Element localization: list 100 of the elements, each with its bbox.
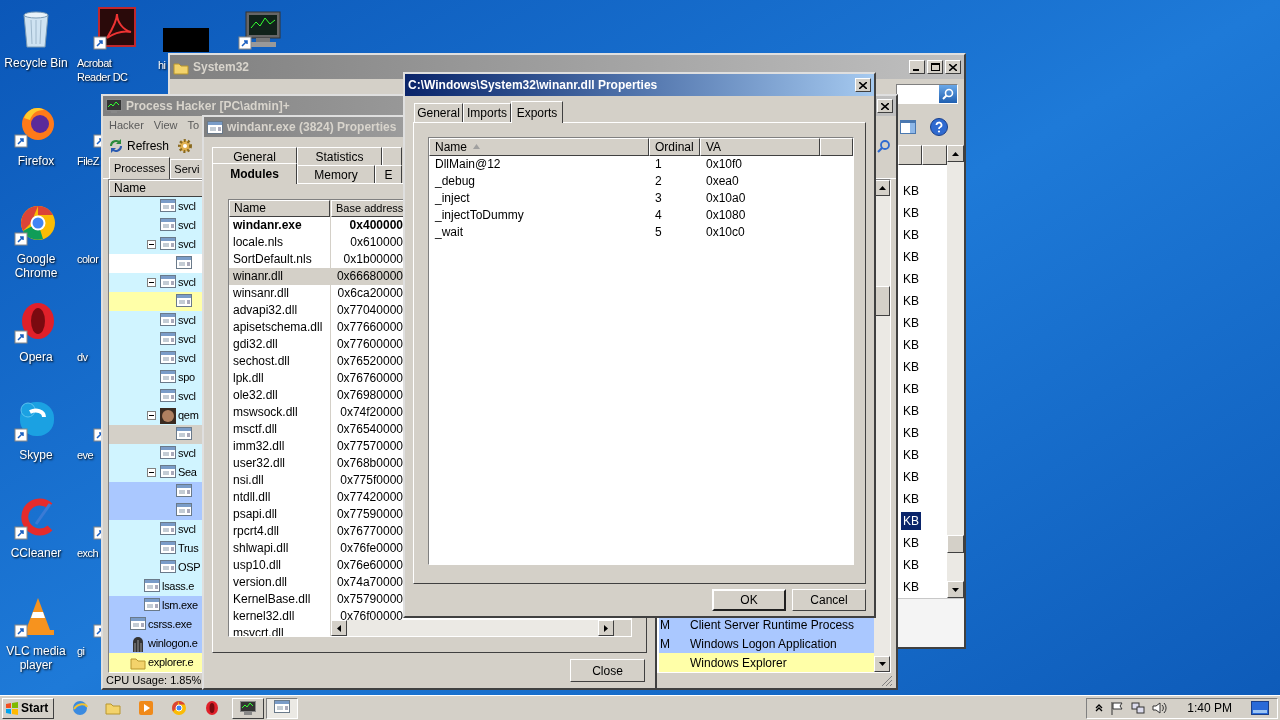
- module-name-cell[interactable]: KernelBase.dll: [229, 591, 330, 608]
- close-button[interactable]: Close: [570, 659, 645, 682]
- module-name-cell[interactable]: usp10.dll: [229, 557, 330, 574]
- module-name-cell[interactable]: nsi.dll: [229, 472, 330, 489]
- column-header[interactable]: Ordinal: [649, 138, 700, 156]
- icon-label[interactable]: Skype: [0, 448, 72, 462]
- tab[interactable]: [382, 147, 402, 165]
- process-row[interactable]: OSP: [109, 558, 202, 577]
- module-name-cell[interactable]: version.dll: [229, 574, 330, 591]
- module-name-cell[interactable]: advapi32.dll: [229, 302, 330, 319]
- size-cell[interactable]: KB: [901, 468, 921, 486]
- process-row[interactable]: [109, 292, 202, 311]
- column-header[interactable]: Base address: [331, 200, 404, 217]
- process-row[interactable]: svcl: [109, 330, 202, 349]
- size-cell[interactable]: KB: [901, 292, 921, 310]
- process-row[interactable]: svcl: [109, 387, 202, 406]
- process-row[interactable]: svcl: [109, 349, 202, 368]
- tab[interactable]: Processes: [109, 157, 171, 179]
- size-cell[interactable]: KB: [901, 270, 921, 288]
- module-name-cell[interactable]: locale.nls: [229, 234, 330, 251]
- column-header[interactable]: [922, 145, 947, 165]
- close-button[interactable]: [877, 99, 893, 113]
- module-name-cell[interactable]: ntdll.dll: [229, 489, 330, 506]
- icon-label[interactable]: Recycle Bin: [0, 56, 72, 70]
- module-name-cell[interactable]: sechost.dll: [229, 353, 330, 370]
- module-name-cell[interactable]: user32.dll: [229, 455, 330, 472]
- module-name-cell[interactable]: ole32.dll: [229, 387, 330, 404]
- tab[interactable]: Exports: [511, 101, 563, 123]
- module-name-cell[interactable]: shlwapi.dll: [229, 540, 330, 557]
- size-cell[interactable]: KB: [901, 490, 921, 508]
- tab[interactable]: Memory: [297, 165, 375, 183]
- column-header[interactable]: Name: [429, 138, 649, 156]
- module-name-cell[interactable]: windanr.exe: [229, 217, 330, 234]
- module-name-cell[interactable]: SortDefault.nls: [229, 251, 330, 268]
- start-button[interactable]: Start: [2, 697, 54, 719]
- module-name-cell[interactable]: rpcrt4.dll: [229, 523, 330, 540]
- icon-label[interactable]: Firefox: [0, 154, 72, 168]
- process-row[interactable]: explorer.e: [109, 653, 202, 672]
- tab[interactable]: Servi: [170, 159, 204, 178]
- module-name-cell[interactable]: psapi.dll: [229, 506, 330, 523]
- size-cell[interactable]: KB: [901, 358, 921, 376]
- process-row[interactable]: svcl: [109, 520, 202, 539]
- icon-label[interactable]: color: [77, 252, 99, 266]
- icon-label[interactable]: hi: [158, 58, 166, 72]
- process-row[interactable]: svcl: [109, 311, 202, 330]
- size-cell[interactable]: KB: [901, 226, 921, 244]
- size-cell[interactable]: KB: [901, 578, 921, 596]
- size-cell[interactable]: KB: [901, 402, 921, 420]
- process-row[interactable]: lsass.e: [109, 577, 202, 596]
- process-row[interactable]: [109, 425, 202, 444]
- minimize-button[interactable]: [909, 60, 925, 74]
- round-logo-icon[interactable]: [171, 700, 187, 716]
- icon-label[interactable]: exch: [77, 546, 99, 560]
- tab[interactable]: Modules: [212, 163, 297, 184]
- icon-label[interactable]: Opera: [0, 350, 72, 364]
- process-row[interactable]: svcl: [109, 444, 202, 463]
- process-row[interactable]: csrss.exe: [109, 615, 202, 634]
- tab[interactable]: Imports: [463, 103, 511, 122]
- icon-label[interactable]: gi: [77, 644, 85, 658]
- process-row[interactable]: Trus: [109, 539, 202, 558]
- process-row[interactable]: svcl: [109, 197, 202, 216]
- icon-label[interactable]: eve: [77, 448, 94, 462]
- scrollbar-thumb[interactable]: [947, 535, 964, 553]
- size-cell[interactable]: KB: [901, 336, 921, 354]
- tab[interactable]: E: [375, 165, 402, 183]
- menu-item[interactable]: Hacker: [109, 117, 144, 134]
- process-row[interactable]: svcl: [109, 235, 202, 254]
- module-name-cell[interactable]: lpk.dll: [229, 370, 330, 387]
- process-row[interactable]: Sea: [109, 463, 202, 482]
- process-row[interactable]: winlogon.e: [109, 634, 202, 653]
- refresh-button[interactable]: Refresh: [108, 136, 170, 155]
- size-cell[interactable]: KB: [901, 556, 921, 574]
- process-row[interactable]: spo: [109, 368, 202, 387]
- size-cell[interactable]: KB: [901, 314, 921, 332]
- size-cell[interactable]: KB: [901, 380, 921, 398]
- process-row[interactable]: svcl: [109, 273, 202, 292]
- size-cell[interactable]: KB: [901, 248, 921, 266]
- process-row[interactable]: [109, 501, 202, 520]
- close-button[interactable]: [945, 60, 961, 74]
- menu-item[interactable]: To: [187, 117, 200, 134]
- size-cell[interactable]: KB: [901, 512, 921, 530]
- icon-label[interactable]: FileZ: [77, 154, 99, 168]
- process-row[interactable]: svcl: [109, 216, 202, 235]
- close-button[interactable]: [855, 78, 871, 92]
- module-name-cell[interactable]: msctf.dll: [229, 421, 330, 438]
- process-row[interactable]: qem: [109, 406, 202, 425]
- menu-item[interactable]: View: [153, 117, 178, 134]
- module-name-cell[interactable]: apisetschema.dll: [229, 319, 330, 336]
- size-cell[interactable]: KB: [901, 534, 921, 552]
- cancel-button[interactable]: Cancel: [792, 589, 866, 611]
- module-name-cell[interactable]: gdi32.dll: [229, 336, 330, 353]
- icon-label[interactable]: dv: [77, 350, 88, 364]
- column-header[interactable]: Name: [229, 200, 330, 217]
- icon-label[interactable]: Google Chrome: [0, 252, 72, 280]
- icon-label[interactable]: VLC media player: [0, 644, 72, 672]
- size-cell[interactable]: KB: [901, 446, 921, 464]
- ring-icon[interactable]: [204, 700, 220, 716]
- search-field[interactable]: [896, 84, 958, 104]
- module-name-cell[interactable]: mswsock.dll: [229, 404, 330, 421]
- maximize-button[interactable]: [927, 60, 943, 74]
